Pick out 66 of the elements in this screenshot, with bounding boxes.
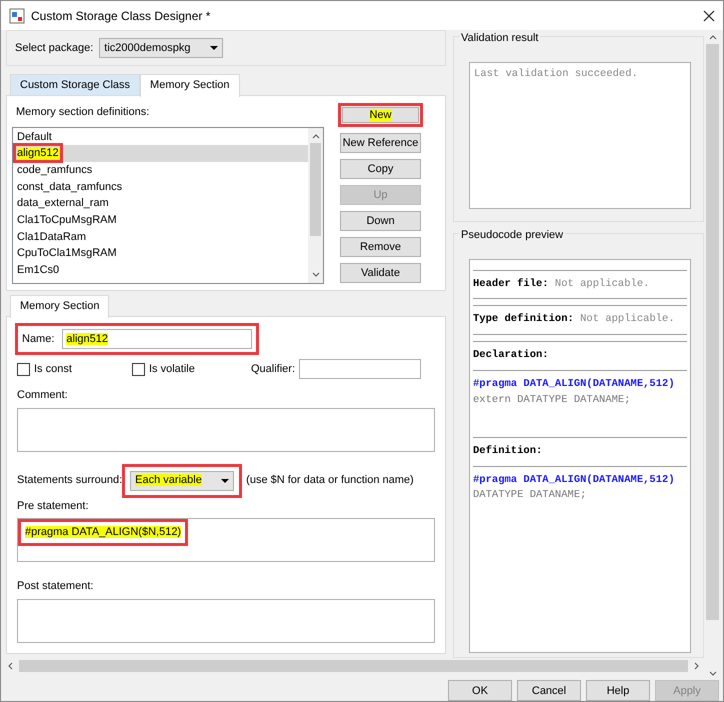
list-item[interactable]: Cla1DataRam (13, 228, 308, 246)
package-dropdown[interactable]: tic2000demospkg (99, 38, 224, 58)
list-action-button[interactable]: Down (340, 211, 421, 231)
scroll-left-icon[interactable] (7, 662, 13, 670)
list-item[interactable]: data_external_ram (13, 195, 308, 212)
pseudocode-line: Type definition: Not applicable. (473, 312, 676, 328)
comment-label: Comment: (17, 388, 69, 403)
package-label: Select package: (15, 40, 94, 56)
scroll-up-icon[interactable] (312, 132, 320, 138)
code-line: #pragma DATA_ALIGN(DATANAME,512) (473, 376, 676, 392)
list-action-button[interactable]: New Reference (340, 133, 421, 153)
statements-surround-label: Statements surround: (17, 473, 122, 488)
pre-statement-field[interactable]: #pragma DATA_ALIGN($N,512) (17, 518, 435, 562)
statements-surround-dropdown[interactable]: Each variable (130, 470, 234, 490)
list-item[interactable]: code_ramfuncs (13, 162, 308, 179)
code-line: DATATYPE DATANAME; (473, 488, 588, 504)
scroll-down-icon[interactable] (708, 671, 716, 677)
pre-statement-label: Pre statement: (17, 498, 90, 514)
scroll-right-icon[interactable] (694, 662, 700, 670)
memory-section-tab[interactable]: Memory Section (10, 295, 110, 318)
code-line: #pragma DATA_ALIGN(DATANAME,512) (473, 472, 676, 488)
pseudocode-preview-title: Pseudocode preview (459, 227, 566, 244)
qualifier-field[interactable] (299, 359, 422, 379)
dialog-button[interactable]: Help (586, 680, 650, 701)
horizontal-scrollbar[interactable] (1, 660, 706, 672)
list-item[interactable]: Em1Cs0 (13, 262, 308, 279)
window-title: Custom Storage Class Designer * (31, 8, 212, 24)
checkbox-label: Is volatile (149, 362, 195, 377)
vertical-scrollbar[interactable] (706, 30, 719, 680)
tab[interactable]: Custom Storage Class (10, 74, 140, 96)
list-item[interactable]: Default (13, 128, 308, 146)
pseudocode-line: Definition: (473, 444, 544, 459)
app-icon (9, 8, 25, 24)
pseudocode-line: Declaration: (473, 348, 550, 363)
name-label: Name: (22, 332, 54, 347)
list-item[interactable]: CpuToCla1MsgRAM (13, 245, 308, 262)
comment-field[interactable] (17, 408, 435, 452)
dialog-button[interactable]: Cancel (517, 680, 581, 701)
scroll-up-icon[interactable] (708, 34, 716, 40)
list-action-button[interactable]: Validate (340, 263, 421, 283)
tab[interactable]: Memory Section (140, 74, 240, 97)
qualifier-label: Qualifier: (251, 362, 296, 377)
dialog-button[interactable]: OK (448, 680, 512, 701)
checkbox-label: Is const (34, 362, 72, 377)
list-action-button[interactable]: Copy (340, 159, 421, 179)
scroll-down-icon[interactable] (312, 272, 320, 278)
close-icon[interactable] (703, 10, 715, 22)
post-statement-label: Post statement: (17, 579, 94, 594)
list-item[interactable]: Cla1ToCpuMsgRAM (13, 212, 308, 229)
definitions-label: Memory section definitions: (16, 105, 150, 120)
dropdown-caret-icon (221, 478, 230, 482)
dropdown-caret-icon (210, 46, 218, 50)
validation-message: Last validation succeeded. (474, 68, 638, 80)
pseudocode-line: Header file: Not applicable. (473, 276, 650, 292)
list-action-button[interactable]: Remove (340, 237, 421, 257)
name-field[interactable]: align512 (62, 329, 252, 349)
code-line: extern DATATYPE DATANAME; (473, 392, 632, 408)
checkbox[interactable] (132, 362, 145, 376)
list-scrollbar[interactable] (308, 128, 323, 282)
list-action-button[interactable]: New (338, 103, 423, 127)
statements-hint: (use $N for data or function name) (246, 473, 414, 488)
post-statement-field[interactable] (17, 598, 435, 642)
checkbox[interactable] (17, 362, 30, 376)
list-item[interactable]: const_data_ramfuncs (13, 178, 308, 196)
list-item[interactable]: align512 (13, 145, 308, 162)
scroll-thumb[interactable] (310, 142, 321, 236)
